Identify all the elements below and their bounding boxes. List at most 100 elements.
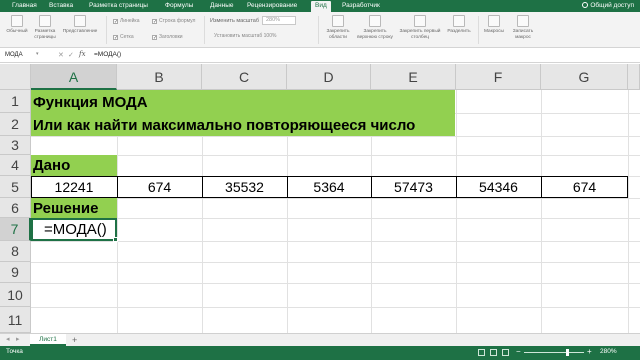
normal-view-button[interactable]: Обычный (4, 15, 30, 35)
page-break-icon (74, 15, 86, 27)
checkbox-icon: ✓ (152, 19, 158, 25)
record-macro-button[interactable]: Записать макрос (508, 15, 538, 40)
ribbon-tab-bar: Главная Вставка Разметка страницы Формул… (0, 0, 640, 12)
cell-a7-formula[interactable]: =МОДА() (44, 221, 107, 238)
column-header-e[interactable]: E (371, 64, 456, 90)
zoom-slider-thumb[interactable] (566, 349, 569, 356)
page-break-view-icon[interactable] (502, 349, 509, 356)
row-header-7[interactable]: 7 (0, 218, 31, 241)
formula-input[interactable]: =МОДА() (94, 51, 121, 58)
cell-d5[interactable]: 5364 (287, 179, 371, 195)
row-header-9[interactable]: 9 (0, 262, 31, 283)
insert-function-button[interactable]: fx (79, 50, 86, 58)
confirm-icon[interactable]: ✓ (68, 51, 74, 59)
cell-a6[interactable]: Решение (33, 200, 98, 217)
freeze-first-column-button[interactable]: Закрепить первый столбец (398, 15, 442, 40)
select-all-corner[interactable] (0, 64, 31, 90)
add-sheet-button[interactable]: + (72, 334, 77, 346)
cell-f5[interactable]: 54346 (456, 179, 541, 195)
gridline (31, 262, 640, 263)
macros-button[interactable]: Макросы (480, 15, 508, 35)
gridline (31, 307, 640, 308)
gridlines-checkbox[interactable]: ✓ Сетка (113, 34, 134, 41)
freeze-first-column-label: Закрепить первый столбец (399, 29, 441, 40)
row-header-6[interactable]: 6 (0, 198, 31, 218)
formula-bar-checkbox[interactable]: ✓ Строка формул (152, 18, 196, 25)
sheet-tab-bar: ◂ ▸ Лист1 + (0, 333, 640, 346)
tab-insert[interactable]: Вставка (49, 1, 73, 11)
share-label: Общий доступ (590, 2, 634, 9)
zoom-100-button[interactable]: Установить масштаб 100% (214, 33, 276, 39)
row-header-3[interactable]: 3 (0, 136, 31, 155)
gridline (31, 155, 640, 156)
status-bar: Точка − + 280% (0, 346, 640, 360)
row-header-1[interactable]: 1 (0, 90, 31, 113)
chevron-down-icon[interactable]: ▾ (36, 51, 39, 57)
column-header-b[interactable]: B (117, 64, 202, 90)
page-break-view-button[interactable]: Представление (60, 15, 100, 35)
row-header-11[interactable]: 11 (0, 307, 31, 333)
page-layout-view-icon[interactable] (490, 349, 497, 356)
row-header-8[interactable]: 8 (0, 241, 31, 262)
tab-formulas[interactable]: Формулы (165, 1, 193, 11)
cell-a4[interactable]: Дано (33, 157, 70, 174)
ruler-checkbox[interactable]: ✓ Линейка (113, 18, 140, 25)
split-label: Разделить (447, 29, 471, 34)
row-header-10[interactable]: 10 (0, 283, 31, 307)
share-button[interactable]: Общий доступ (582, 1, 634, 11)
ribbon-separator (106, 16, 107, 44)
split-icon (453, 15, 465, 27)
zoom-slider[interactable] (524, 352, 584, 353)
zoom-input[interactable]: 280% (262, 16, 296, 25)
gridlines-label: Сетка (120, 34, 134, 40)
column-header-f[interactable]: F (456, 64, 541, 90)
page-layout-view-button[interactable]: Разметка страницы (30, 15, 60, 40)
column-header-partial[interactable] (628, 64, 640, 90)
cell-a5[interactable]: 12241 (31, 179, 117, 195)
ribbon-separator (318, 16, 319, 44)
column-header-a[interactable]: A (31, 64, 117, 90)
tab-review[interactable]: Рецензирование (247, 1, 297, 11)
column-header-g[interactable]: G (541, 64, 628, 90)
freeze-top-row-button[interactable]: Закрепить верхнюю строку (354, 15, 396, 40)
gridline (31, 241, 640, 242)
gridline (628, 90, 629, 333)
cell-e5[interactable]: 57473 (371, 179, 456, 195)
zoom-out-icon[interactable]: − (516, 347, 521, 356)
split-button[interactable]: Разделить (444, 15, 474, 35)
tab-home[interactable]: Главная (12, 1, 37, 11)
zoom-label: Изменить масштаб (210, 18, 260, 24)
freeze-panes-button[interactable]: Закрепить области (322, 15, 354, 40)
row-header-2[interactable]: 2 (0, 113, 31, 136)
freeze-top-row-icon (369, 15, 381, 27)
fill-handle[interactable] (113, 237, 118, 242)
cell-b5[interactable]: 674 (117, 179, 202, 195)
cell-c5[interactable]: 35532 (202, 179, 287, 195)
column-header-d[interactable]: D (287, 64, 371, 90)
tab-data[interactable]: Данные (210, 1, 233, 11)
next-sheet-icon[interactable]: ▸ (16, 335, 20, 343)
cell-g5[interactable]: 674 (541, 179, 628, 195)
cancel-icon[interactable]: ✕ (58, 51, 64, 59)
headings-checkbox[interactable]: ✓ Заголовки (152, 34, 183, 41)
column-header-c[interactable]: C (202, 64, 287, 90)
row-header-5[interactable]: 5 (0, 176, 31, 198)
zoom-percent[interactable]: 280% (600, 348, 617, 355)
normal-view-icon[interactable] (478, 349, 485, 356)
freeze-panes-label: Закрепить области (326, 29, 350, 40)
row-header-4[interactable]: 4 (0, 155, 31, 176)
sheet-tab-1[interactable]: Лист1 (30, 334, 66, 346)
tab-page-layout[interactable]: Разметка страницы (89, 1, 148, 11)
formula-bar-label: Строка формул (159, 18, 196, 24)
zoom-in-icon[interactable]: + (587, 347, 592, 356)
cell-a2[interactable]: Или как найти максимально повторяющееся … (33, 117, 415, 134)
cell-a1[interactable]: Функция МОДА (33, 94, 148, 111)
ribbon-separator (478, 16, 479, 44)
ruler-label: Линейка (120, 18, 140, 24)
prev-sheet-icon[interactable]: ◂ (6, 335, 10, 343)
status-mode: Точка (6, 348, 23, 355)
person-icon (582, 2, 589, 8)
gridline (541, 90, 542, 333)
tab-view[interactable]: Вид (311, 1, 331, 12)
tab-developer[interactable]: Разработчик (342, 1, 380, 11)
